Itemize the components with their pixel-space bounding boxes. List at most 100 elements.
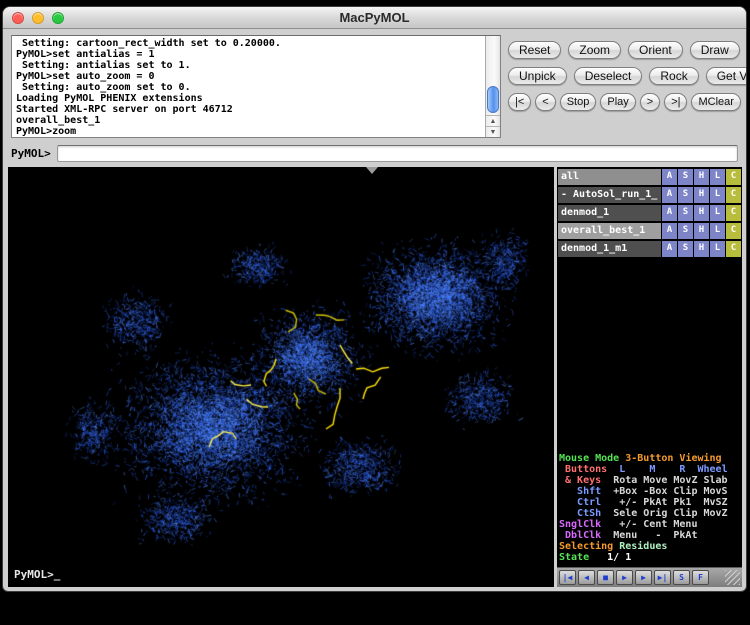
object-h-button[interactable]: H	[694, 169, 709, 185]
vcr-controls: |◀◀■▶▶▶|SF	[559, 570, 709, 585]
scrollbar-up-icon[interactable]: ▲	[486, 115, 500, 126]
toolbar-button-get-view[interactable]: Get View	[706, 67, 747, 85]
object-c-button[interactable]: C	[726, 169, 741, 185]
toolbar-button-[interactable]: >|	[664, 93, 687, 111]
object-c-button[interactable]: C	[726, 241, 741, 257]
title-bar[interactable]: MacPyMOL	[3, 7, 746, 29]
toolbar-button-stop[interactable]: Stop	[560, 93, 597, 111]
object-a-button[interactable]: A	[662, 187, 677, 203]
electron-density-mesh[interactable]	[8, 167, 554, 587]
command-input[interactable]	[57, 145, 738, 162]
object-c-button[interactable]: C	[726, 205, 741, 221]
object-sidebar: allASHLC- AutoSol_run_1_ASHLCdenmod_1ASH…	[557, 167, 742, 587]
vcr-button[interactable]: S	[673, 570, 690, 585]
mouse-panel-line: Shft +Box -Box Clip MovS	[559, 486, 740, 497]
object-s-button[interactable]: S	[678, 241, 693, 257]
object-row: denmod_1ASHLC	[558, 205, 741, 221]
object-panel: allASHLC- AutoSol_run_1_ASHLCdenmod_1ASH…	[557, 169, 742, 259]
toolbar-button-reset[interactable]: Reset	[508, 41, 561, 59]
object-row: denmod_1_m1ASHLC	[558, 241, 741, 257]
toolbar-button-unpick[interactable]: Unpick	[508, 67, 567, 85]
vcr-button[interactable]: ■	[597, 570, 614, 585]
mouse-panel-line: Ctrl +/- PkAt Pk1 MvSZ	[559, 497, 740, 508]
console-line: PyMOL>set antialias = 1	[16, 49, 485, 60]
console-scrollbar[interactable]: ▲ ▼	[485, 36, 500, 137]
vcr-button[interactable]: F	[692, 570, 709, 585]
vcr-button[interactable]: |◀	[559, 570, 576, 585]
object-a-button[interactable]: A	[662, 223, 677, 239]
vcr-button[interactable]: ◀	[578, 570, 595, 585]
object-a-button[interactable]: A	[662, 241, 677, 257]
sidebar-spacer	[557, 259, 742, 451]
toolbar-button-mclear[interactable]: MClear	[691, 93, 740, 111]
toolbar-button-zoom[interactable]: Zoom	[568, 41, 621, 59]
console-box: Setting: cartoon_rect_width set to 0.200…	[11, 35, 501, 138]
viewport-prompt: PyMOL>_	[14, 568, 60, 581]
object-s-button[interactable]: S	[678, 205, 693, 221]
mouse-panel-line: State 1/ 1	[559, 552, 740, 563]
toolbar-row-1: ResetZoomOrientDrawRay	[508, 41, 741, 59]
splitter-handle-icon[interactable]	[366, 167, 378, 174]
object-a-button[interactable]: A	[662, 205, 677, 221]
vcr-button[interactable]: ▶|	[654, 570, 671, 585]
object-l-button[interactable]: L	[710, 187, 725, 203]
object-row: allASHLC	[558, 169, 741, 185]
toolbar-button-deselect[interactable]: Deselect	[574, 67, 643, 85]
object-h-button[interactable]: H	[694, 241, 709, 257]
object-name[interactable]: - AutoSol_run_1_	[558, 187, 661, 203]
mouse-panel-line: Selecting Residues	[559, 541, 740, 552]
toolbar-button-play[interactable]: Play	[600, 93, 635, 111]
object-name[interactable]: all	[558, 169, 661, 185]
scrollbar-arrows: ▲ ▼	[486, 115, 500, 137]
mouse-panel-line: Buttons L M R Wheel	[559, 464, 740, 475]
toolbar-row-2: UnpickDeselectRockGet View	[508, 67, 741, 85]
top-panel: Setting: cartoon_rect_width set to 0.200…	[3, 29, 746, 141]
console-line: Loading PyMOL PHENIX extensions	[16, 93, 485, 104]
vcr-button[interactable]: ▶	[635, 570, 652, 585]
toolbar-button-[interactable]: |<	[508, 93, 531, 111]
mouse-panel-line: & Keys Rota Move MovZ Slab	[559, 475, 740, 486]
object-c-button[interactable]: C	[726, 223, 741, 239]
console-log[interactable]: Setting: cartoon_rect_width set to 0.200…	[12, 36, 485, 137]
toolbar-button-draw[interactable]: Draw	[690, 41, 740, 59]
mouse-panel-line: DblClk Menu - PkAt	[559, 530, 740, 541]
vcr-button[interactable]: ▶	[616, 570, 633, 585]
object-a-button[interactable]: A	[662, 169, 677, 185]
scrollbar-thumb[interactable]	[487, 86, 499, 113]
object-h-button[interactable]: H	[694, 223, 709, 239]
window-title: MacPyMOL	[3, 10, 746, 25]
object-h-button[interactable]: H	[694, 205, 709, 221]
toolbar: ResetZoomOrientDrawRay UnpickDeselectRoc…	[508, 41, 741, 119]
movie-control-bar: |◀◀■▶▶▶|SF	[557, 567, 742, 587]
object-s-button[interactable]: S	[678, 187, 693, 203]
object-l-button[interactable]: L	[710, 223, 725, 239]
object-s-button[interactable]: S	[678, 169, 693, 185]
object-row: overall_best_1ASHLC	[558, 223, 741, 239]
toolbar-button-[interactable]: <	[535, 93, 555, 111]
resize-grip-icon[interactable]	[725, 570, 740, 585]
toolbar-button-[interactable]: >	[640, 93, 660, 111]
toolbar-button-rock[interactable]: Rock	[649, 67, 698, 85]
3d-viewport[interactable]: PyMOL>_	[8, 167, 554, 587]
object-l-button[interactable]: L	[710, 241, 725, 257]
command-row: PyMOL>	[3, 141, 746, 165]
object-l-button[interactable]: L	[710, 169, 725, 185]
macpymol-window: MacPyMOL Setting: cartoon_rect_width set…	[2, 6, 747, 592]
object-name[interactable]: overall_best_1	[558, 223, 661, 239]
console-line: PyMOL>set auto_zoom = 0	[16, 71, 485, 82]
mouse-panel-line: SnglClk +/- Cent Menu	[559, 519, 740, 530]
object-s-button[interactable]: S	[678, 223, 693, 239]
mouse-panel-line: CtSh Sele Orig Clip MovZ	[559, 508, 740, 519]
object-name[interactable]: denmod_1	[558, 205, 661, 221]
object-l-button[interactable]: L	[710, 205, 725, 221]
mouse-panel-line: Mouse Mode 3-Button Viewing	[559, 453, 740, 464]
console-line: Setting: cartoon_rect_width set to 0.200…	[16, 38, 485, 49]
console-line: Setting: auto_zoom set to 0.	[16, 82, 485, 93]
object-h-button[interactable]: H	[694, 187, 709, 203]
console-line: Setting: antialias set to 1.	[16, 60, 485, 71]
scrollbar-down-icon[interactable]: ▼	[486, 126, 500, 137]
toolbar-button-orient[interactable]: Orient	[628, 41, 683, 59]
object-name[interactable]: denmod_1_m1	[558, 241, 661, 257]
mouse-panel: Mouse Mode 3-Button Viewing Buttons L M …	[557, 451, 742, 567]
object-c-button[interactable]: C	[726, 187, 741, 203]
